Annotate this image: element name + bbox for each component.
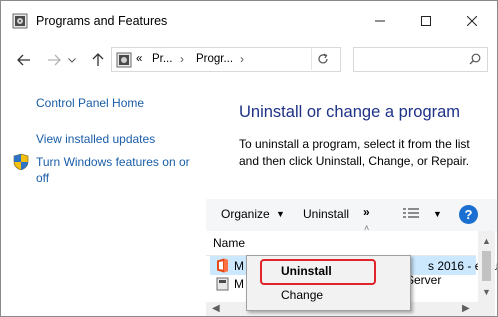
programs-features-icon — [12, 13, 28, 29]
more-commands-button[interactable]: » — [363, 205, 370, 219]
left-pane: Control Panel Home View installed update… — [1, 79, 206, 316]
close-icon — [467, 16, 477, 26]
scroll-down-icon[interactable]: ▼ — [482, 287, 491, 297]
sort-up-icon: ˄ — [364, 223, 370, 233]
command-toolbar: Organize ▼ Uninstall » ▼ ? — [206, 199, 497, 231]
programs-and-features-window: Programs and Features « Pr... › Progr...… — [0, 0, 498, 317]
breadcrumb-chevron-icon[interactable]: › — [240, 52, 244, 66]
uninstall-toolbar-button[interactable]: Uninstall — [303, 207, 349, 221]
maximize-icon — [421, 16, 431, 26]
scrollbar-thumb[interactable] — [482, 251, 491, 281]
context-menu-change[interactable]: Change — [248, 284, 409, 307]
search-input[interactable] — [353, 47, 488, 72]
address-bar[interactable]: « Pr... › Progr... › — [111, 47, 405, 72]
menu-item-label: Change — [281, 288, 324, 302]
view-dropdown-arrow[interactable]: ▼ — [433, 209, 442, 219]
minimize-button[interactable] — [357, 1, 403, 41]
address-overflow[interactable]: « — [136, 53, 142, 65]
back-arrow-icon — [17, 54, 30, 66]
program-name: M — [234, 259, 244, 273]
forward-button[interactable] — [43, 49, 65, 71]
refresh-button[interactable] — [311, 48, 333, 70]
shield-icon — [13, 153, 29, 171]
navigation-bar: « Pr... › Progr... › — [1, 41, 497, 79]
help-button[interactable]: ? — [459, 205, 478, 224]
organize-button[interactable]: Organize — [221, 207, 270, 221]
refresh-icon — [317, 53, 328, 64]
forward-arrow-icon — [48, 54, 61, 66]
vertical-scrollbar[interactable]: ▲ ▼ — [478, 231, 495, 316]
view-installed-updates-link[interactable]: View installed updates — [36, 131, 155, 147]
office-icon — [217, 258, 228, 273]
breadcrumb-chevron-icon[interactable]: › — [180, 52, 184, 66]
up-arrow-icon — [92, 53, 104, 66]
control-panel-home-link[interactable]: Control Panel Home — [36, 95, 144, 111]
maximize-button[interactable] — [403, 1, 449, 41]
organize-dropdown-arrow[interactable]: ▼ — [276, 209, 285, 219]
breadcrumb-part-2[interactable]: Progr... — [196, 53, 233, 65]
column-header-name[interactable]: Name — [213, 236, 245, 250]
page-heading: Uninstall or change a program — [239, 103, 461, 121]
scroll-right-icon[interactable]: ▶ — [462, 303, 470, 314]
minimize-icon — [375, 20, 385, 22]
recent-locations-dropdown[interactable] — [65, 49, 79, 71]
back-button[interactable] — [13, 49, 35, 71]
breadcrumb-part-1[interactable]: Pr... — [152, 53, 172, 65]
scroll-up-icon[interactable]: ▲ — [482, 236, 491, 246]
turn-windows-features-link[interactable]: Turn Windows features on or off — [36, 154, 201, 186]
details-view-icon — [403, 208, 419, 218]
up-button[interactable] — [87, 49, 109, 71]
program-name: M — [234, 277, 244, 291]
chevron-down-icon — [68, 57, 76, 63]
control-panel-icon — [116, 52, 132, 68]
window-title: Programs and Features — [36, 14, 168, 28]
scroll-left-icon[interactable]: ◀ — [212, 303, 220, 314]
close-button[interactable] — [449, 1, 495, 41]
program-name-visible-tail: Server — [406, 273, 442, 287]
search-icon — [469, 53, 481, 65]
change-view-button[interactable] — [403, 207, 419, 222]
uninstall-highlight-box — [260, 259, 376, 285]
title-bar[interactable]: Programs and Features — [1, 1, 497, 41]
program-icon — [216, 277, 229, 291]
page-description: To uninstall a program, select it from t… — [239, 137, 470, 168]
